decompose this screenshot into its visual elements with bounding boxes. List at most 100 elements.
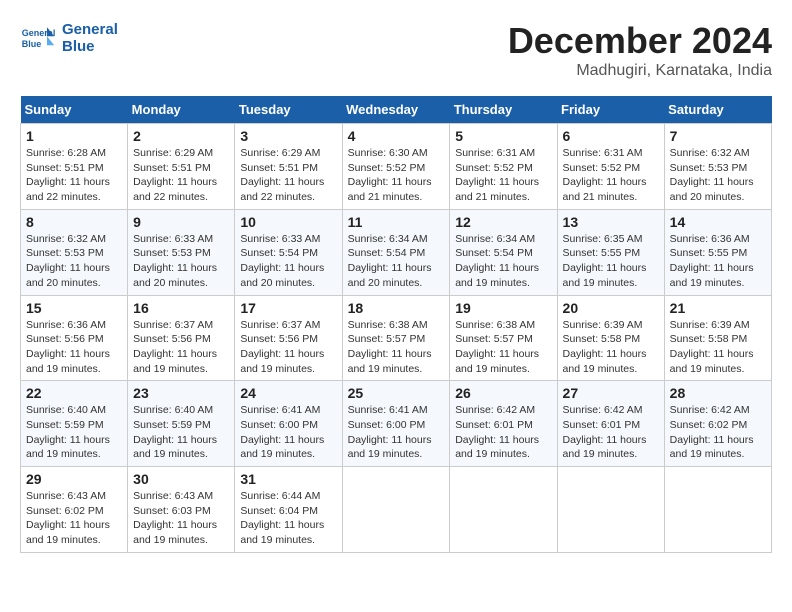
calendar-day-cell [557, 467, 664, 553]
calendar-week-row: 22 Sunrise: 6:40 AM Sunset: 5:59 PM Dayli… [21, 381, 772, 467]
day-of-week-header: Thursday [450, 96, 557, 124]
calendar-day-cell: 19 Sunrise: 6:38 AM Sunset: 5:57 PM Dayli… [450, 295, 557, 381]
day-number: 16 [133, 300, 229, 316]
day-number: 21 [670, 300, 766, 316]
calendar-day-cell [342, 467, 450, 553]
day-number: 12 [455, 214, 551, 230]
location: Madhugiri, Karnataka, India [508, 62, 772, 80]
day-info: Sunrise: 6:37 AM Sunset: 5:56 PM Dayligh… [133, 318, 229, 377]
day-number: 31 [240, 471, 336, 487]
day-info: Sunrise: 6:33 AM Sunset: 5:53 PM Dayligh… [133, 232, 229, 291]
day-number: 27 [563, 385, 659, 401]
calendar-day-cell: 10 Sunrise: 6:33 AM Sunset: 5:54 PM Dayli… [235, 209, 342, 295]
day-number: 6 [563, 128, 659, 144]
day-number: 23 [133, 385, 229, 401]
day-number: 3 [240, 128, 336, 144]
calendar-day-cell: 26Sunrise: 6:42 AM Sunset: 6:01 PM Dayli… [450, 381, 557, 467]
calendar-day-cell: 31 Sunrise: 6:44 AM Sunset: 6:04 PM Dayli… [235, 467, 342, 553]
calendar-day-cell: 29 Sunrise: 6:43 AM Sunset: 6:02 PM Dayli… [21, 467, 128, 553]
day-info: Sunrise: 6:34 AM Sunset: 5:54 PM Dayligh… [348, 232, 445, 291]
day-info: Sunrise: 6:38 AM Sunset: 5:57 PM Dayligh… [348, 318, 445, 377]
calendar-week-row: 1Sunrise: 6:28 AM Sunset: 5:51 PM Daylig… [21, 124, 772, 210]
day-of-week-header: Wednesday [342, 96, 450, 124]
calendar-day-cell: 22Sunrise: 6:40 AM Sunset: 5:59 PM Dayli… [21, 381, 128, 467]
day-info: Sunrise: 6:37 AM Sunset: 5:56 PM Dayligh… [240, 318, 336, 377]
calendar-day-cell: 16 Sunrise: 6:37 AM Sunset: 5:56 PM Dayli… [128, 295, 235, 381]
day-number: 9 [133, 214, 229, 230]
day-number: 8 [26, 214, 122, 230]
day-info: Sunrise: 6:34 AM Sunset: 5:54 PM Dayligh… [455, 232, 551, 291]
calendar-day-cell: 7 Sunrise: 6:32 AM Sunset: 5:53 PM Daylig… [664, 124, 771, 210]
calendar-day-cell: 23 Sunrise: 6:40 AM Sunset: 5:59 PM Dayli… [128, 381, 235, 467]
logo-icon: General Blue [20, 20, 56, 56]
calendar-day-cell: 24Sunrise: 6:41 AM Sunset: 6:00 PM Dayli… [235, 381, 342, 467]
calendar-day-cell: 14Sunrise: 6:36 AM Sunset: 5:55 PM Dayli… [664, 209, 771, 295]
calendar-day-cell: 30 Sunrise: 6:43 AM Sunset: 6:03 PM Dayli… [128, 467, 235, 553]
calendar-header-row: SundayMondayTuesdayWednesdayThursdayFrid… [21, 96, 772, 124]
day-info: Sunrise: 6:43 AM Sunset: 6:03 PM Dayligh… [133, 489, 229, 548]
day-info: Sunrise: 6:42 AM Sunset: 6:02 PM Dayligh… [670, 403, 766, 462]
calendar-day-cell: 28 Sunrise: 6:42 AM Sunset: 6:02 PM Dayli… [664, 381, 771, 467]
day-info: Sunrise: 6:43 AM Sunset: 6:02 PM Dayligh… [26, 489, 122, 548]
day-info: Sunrise: 6:38 AM Sunset: 5:57 PM Dayligh… [455, 318, 551, 377]
day-info: Sunrise: 6:32 AM Sunset: 5:53 PM Dayligh… [26, 232, 122, 291]
day-info: Sunrise: 6:36 AM Sunset: 5:56 PM Dayligh… [26, 318, 122, 377]
day-number: 28 [670, 385, 766, 401]
day-number: 11 [348, 214, 445, 230]
day-info: Sunrise: 6:31 AM Sunset: 5:52 PM Dayligh… [455, 146, 551, 205]
day-info: Sunrise: 6:40 AM Sunset: 5:59 PM Dayligh… [133, 403, 229, 462]
calendar-day-cell: 3 Sunrise: 6:29 AM Sunset: 5:51 PM Daylig… [235, 124, 342, 210]
calendar-day-cell [664, 467, 771, 553]
day-of-week-header: Monday [128, 96, 235, 124]
day-info: Sunrise: 6:35 AM Sunset: 5:55 PM Dayligh… [563, 232, 659, 291]
calendar-day-cell: 4Sunrise: 6:30 AM Sunset: 5:52 PM Daylig… [342, 124, 450, 210]
day-number: 15 [26, 300, 122, 316]
calendar-day-cell: 20Sunrise: 6:39 AM Sunset: 5:58 PM Dayli… [557, 295, 664, 381]
calendar-day-cell [450, 467, 557, 553]
day-number: 18 [348, 300, 445, 316]
day-info: Sunrise: 6:39 AM Sunset: 5:58 PM Dayligh… [670, 318, 766, 377]
day-info: Sunrise: 6:32 AM Sunset: 5:53 PM Dayligh… [670, 146, 766, 205]
calendar-week-row: 29 Sunrise: 6:43 AM Sunset: 6:02 PM Dayli… [21, 467, 772, 553]
day-number: 17 [240, 300, 336, 316]
day-number: 22 [26, 385, 122, 401]
day-of-week-header: Friday [557, 96, 664, 124]
day-info: Sunrise: 6:29 AM Sunset: 5:51 PM Dayligh… [240, 146, 336, 205]
calendar-week-row: 15 Sunrise: 6:36 AM Sunset: 5:56 PM Dayli… [21, 295, 772, 381]
day-number: 14 [670, 214, 766, 230]
calendar-day-cell: 17 Sunrise: 6:37 AM Sunset: 5:56 PM Dayli… [235, 295, 342, 381]
month-title: December 2024 [508, 20, 772, 62]
calendar-day-cell: 8 Sunrise: 6:32 AM Sunset: 5:53 PM Daylig… [21, 209, 128, 295]
day-info: Sunrise: 6:33 AM Sunset: 5:54 PM Dayligh… [240, 232, 336, 291]
title-block: December 2024 Madhugiri, Karnataka, Indi… [508, 20, 772, 80]
day-number: 13 [563, 214, 659, 230]
day-number: 24 [240, 385, 336, 401]
day-info: Sunrise: 6:28 AM Sunset: 5:51 PM Dayligh… [26, 146, 122, 205]
day-info: Sunrise: 6:29 AM Sunset: 5:51 PM Dayligh… [133, 146, 229, 205]
calendar-day-cell: 25Sunrise: 6:41 AM Sunset: 6:00 PM Dayli… [342, 381, 450, 467]
calendar-day-cell: 18 Sunrise: 6:38 AM Sunset: 5:57 PM Dayli… [342, 295, 450, 381]
calendar-day-cell: 13 Sunrise: 6:35 AM Sunset: 5:55 PM Dayli… [557, 209, 664, 295]
calendar-day-cell: 11 Sunrise: 6:34 AM Sunset: 5:54 PM Dayli… [342, 209, 450, 295]
day-info: Sunrise: 6:31 AM Sunset: 5:52 PM Dayligh… [563, 146, 659, 205]
day-info: Sunrise: 6:42 AM Sunset: 6:01 PM Dayligh… [563, 403, 659, 462]
logo: General Blue General Blue [20, 20, 118, 56]
calendar-day-cell: 15 Sunrise: 6:36 AM Sunset: 5:56 PM Dayli… [21, 295, 128, 381]
calendar-day-cell: 6 Sunrise: 6:31 AM Sunset: 5:52 PM Daylig… [557, 124, 664, 210]
day-number: 29 [26, 471, 122, 487]
day-number: 7 [670, 128, 766, 144]
day-number: 10 [240, 214, 336, 230]
day-info: Sunrise: 6:42 AM Sunset: 6:01 PM Dayligh… [455, 403, 551, 462]
day-number: 25 [348, 385, 445, 401]
calendar-table: SundayMondayTuesdayWednesdayThursdayFrid… [20, 96, 772, 553]
logo-text: General Blue [62, 21, 118, 55]
day-info: Sunrise: 6:44 AM Sunset: 6:04 PM Dayligh… [240, 489, 336, 548]
day-number: 30 [133, 471, 229, 487]
calendar-day-cell: 21 Sunrise: 6:39 AM Sunset: 5:58 PM Dayli… [664, 295, 771, 381]
svg-text:Blue: Blue [22, 39, 42, 49]
day-number: 19 [455, 300, 551, 316]
day-of-week-header: Saturday [664, 96, 771, 124]
calendar-day-cell: 12 Sunrise: 6:34 AM Sunset: 5:54 PM Dayli… [450, 209, 557, 295]
calendar-day-cell: 27 Sunrise: 6:42 AM Sunset: 6:01 PM Dayli… [557, 381, 664, 467]
day-number: 5 [455, 128, 551, 144]
